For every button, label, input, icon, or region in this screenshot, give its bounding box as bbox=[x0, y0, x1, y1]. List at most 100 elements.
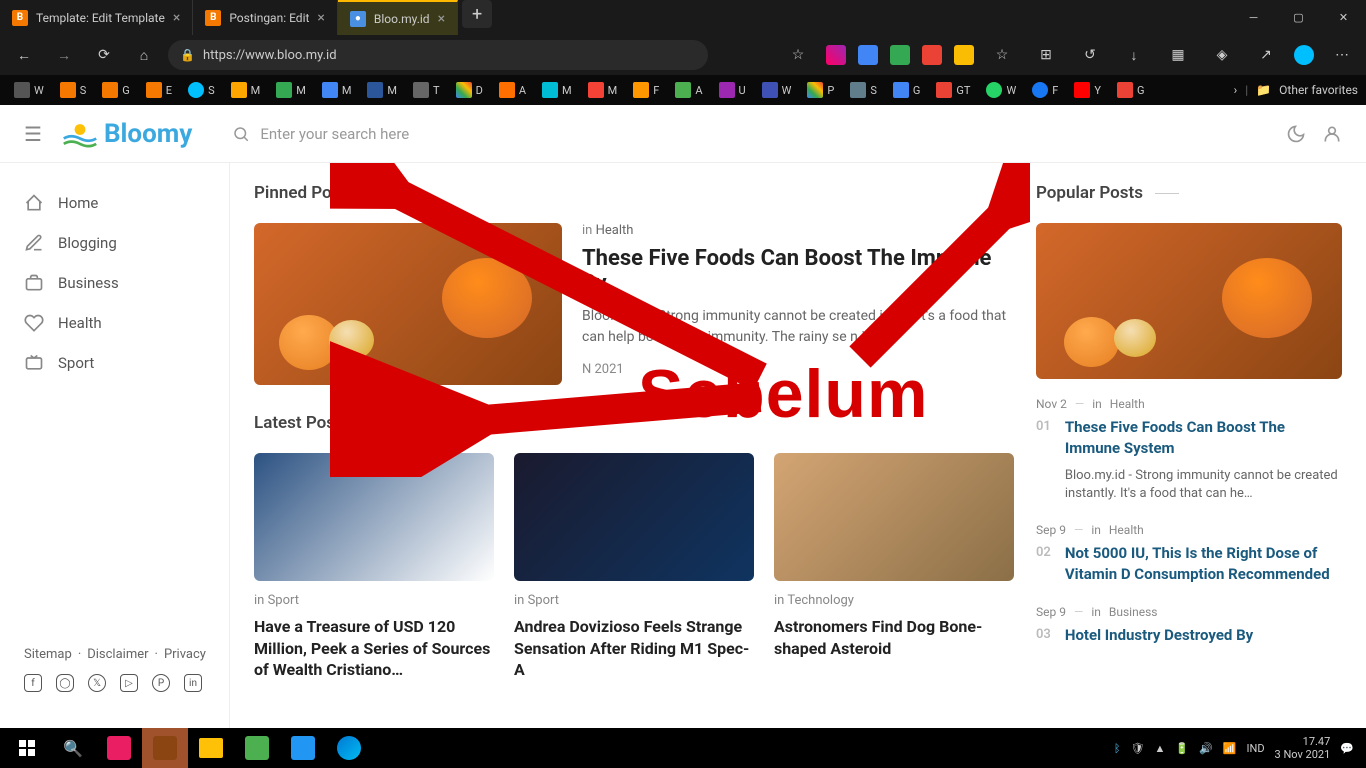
bookmark-item[interactable]: W bbox=[8, 80, 50, 100]
bookmark-item[interactable]: M bbox=[536, 80, 578, 100]
screenshot-icon[interactable]: ◈ bbox=[1206, 39, 1238, 71]
twitter-icon[interactable]: 𝕏 bbox=[88, 674, 106, 692]
security-icon[interactable]: 🛡 bbox=[1131, 742, 1145, 755]
back-button[interactable]: ← bbox=[8, 39, 40, 71]
sidebar-item-health[interactable]: Health bbox=[0, 303, 229, 343]
user-icon[interactable] bbox=[1322, 124, 1342, 144]
browser-tab[interactable]: B Postingan: Edit × bbox=[193, 0, 338, 35]
history-icon[interactable]: ↺ bbox=[1074, 39, 1106, 71]
taskbar-app[interactable] bbox=[234, 728, 280, 768]
close-icon[interactable]: × bbox=[438, 11, 445, 27]
bookmark-item[interactable]: E bbox=[140, 80, 178, 100]
bookmark-item[interactable]: M bbox=[225, 80, 267, 100]
moon-icon[interactable] bbox=[1286, 124, 1306, 144]
category-link[interactable]: Health bbox=[1109, 523, 1144, 537]
extension-icon[interactable] bbox=[922, 45, 942, 65]
app-icon[interactable]: ▦ bbox=[1162, 39, 1194, 71]
bookmark-item[interactable]: G bbox=[96, 80, 136, 100]
hamburger-icon[interactable]: ☰ bbox=[24, 122, 42, 146]
bookmark-item[interactable]: Y bbox=[1068, 80, 1107, 100]
extension-icon[interactable] bbox=[826, 45, 846, 65]
menu-icon[interactable]: ⋯ bbox=[1326, 39, 1358, 71]
share-icon[interactable]: ↗ bbox=[1250, 39, 1282, 71]
bookmark-item[interactable]: M bbox=[316, 80, 358, 100]
bookmark-item[interactable]: G bbox=[887, 80, 927, 100]
post-title[interactable]: Not 5000 IU, This Is the Right Dose of V… bbox=[1065, 543, 1342, 585]
taskbar-app[interactable] bbox=[280, 728, 326, 768]
bookmark-item[interactable]: F bbox=[1026, 80, 1064, 100]
sidebar-item-business[interactable]: Business bbox=[0, 263, 229, 303]
bookmark-item[interactable]: P bbox=[801, 80, 840, 100]
file-explorer[interactable] bbox=[188, 728, 234, 768]
tray-icon[interactable]: ▲ bbox=[1154, 742, 1165, 755]
post-title[interactable]: These Five Foods Can Boost The Immune Sy bbox=[582, 246, 1012, 296]
forward-button[interactable]: → bbox=[48, 39, 80, 71]
sidebar-item-blogging[interactable]: Blogging bbox=[0, 223, 229, 263]
edge-browser[interactable] bbox=[326, 728, 372, 768]
collections-icon[interactable]: ⊞ bbox=[1030, 39, 1062, 71]
address-bar[interactable]: 🔒 https://www.bloo.my.id bbox=[168, 40, 708, 70]
taskbar-app[interactable] bbox=[142, 728, 188, 768]
minimize-button[interactable]: ─ bbox=[1231, 0, 1276, 35]
extension-icon[interactable] bbox=[890, 45, 910, 65]
extension-icon[interactable] bbox=[954, 45, 974, 65]
chevron-right-icon[interactable]: › bbox=[1234, 83, 1238, 97]
post-title[interactable]: Andrea Dovizioso Feels Strange Sensation… bbox=[514, 616, 754, 681]
bookmark-item[interactable]: W bbox=[980, 80, 1022, 100]
footer-link[interactable]: Privacy bbox=[164, 647, 206, 662]
wifi-icon[interactable]: 📶 bbox=[1223, 742, 1237, 755]
start-button[interactable] bbox=[4, 728, 50, 768]
refresh-button[interactable]: ⟳ bbox=[88, 39, 120, 71]
youtube-icon[interactable]: ▷ bbox=[120, 674, 138, 692]
linkedin-icon[interactable]: in bbox=[184, 674, 202, 692]
close-button[interactable]: ✕ bbox=[1321, 0, 1366, 35]
popular-post-item[interactable]: Nov 2—in Health 01 These Five Foods Can … bbox=[1036, 397, 1342, 503]
bookmark-item[interactable]: A bbox=[669, 80, 708, 100]
bookmark-item[interactable]: A bbox=[493, 80, 532, 100]
bookmark-item[interactable]: D bbox=[450, 80, 489, 100]
search-button[interactable]: 🔍 bbox=[50, 728, 96, 768]
favorite-icon[interactable]: ☆ bbox=[782, 39, 814, 71]
new-tab-button[interactable]: + bbox=[462, 0, 492, 28]
bookmark-item[interactable]: S bbox=[844, 80, 883, 100]
bookmark-item[interactable]: U bbox=[713, 80, 752, 100]
download-icon[interactable]: ↓ bbox=[1118, 39, 1150, 71]
volume-icon[interactable]: 🔊 bbox=[1199, 742, 1213, 755]
bookmark-item[interactable]: M bbox=[361, 80, 403, 100]
bookmark-item[interactable]: G bbox=[1111, 80, 1151, 100]
post-card[interactable]: in Technology Astronomers Find Dog Bone-… bbox=[774, 453, 1014, 681]
home-button[interactable]: ⌂ bbox=[128, 39, 160, 71]
instagram-icon[interactable]: ◯ bbox=[56, 674, 74, 692]
bookmark-item[interactable]: GT bbox=[930, 80, 976, 100]
post-title[interactable]: Have a Treasure of USD 120 Million, Peek… bbox=[254, 616, 494, 681]
taskbar-app[interactable] bbox=[96, 728, 142, 768]
post-card[interactable]: in Sport Have a Treasure of USD 120 Mill… bbox=[254, 453, 494, 681]
extension-icon[interactable] bbox=[858, 45, 878, 65]
post-title[interactable]: Astronomers Find Dog Bone-shaped Asteroi… bbox=[774, 616, 1014, 659]
other-favorites[interactable]: Other favorites bbox=[1279, 83, 1358, 97]
notifications-icon[interactable]: 💬 bbox=[1340, 742, 1354, 755]
bookmark-item[interactable]: M bbox=[270, 80, 312, 100]
bookmark-item[interactable]: S bbox=[54, 80, 93, 100]
popular-post-item[interactable]: Sep 9—in Business 03 Hotel Industry Dest… bbox=[1036, 605, 1342, 646]
post-title[interactable]: Hotel Industry Destroyed By bbox=[1065, 625, 1342, 646]
footer-link[interactable]: Disclaimer bbox=[87, 647, 148, 662]
category-link[interactable]: Health bbox=[1110, 397, 1145, 411]
category-link[interactable]: Health bbox=[596, 223, 634, 238]
sidebar-item-home[interactable]: Home bbox=[0, 183, 229, 223]
post-title[interactable]: These Five Foods Can Boost The Immune Sy… bbox=[1065, 417, 1342, 459]
close-icon[interactable]: × bbox=[173, 10, 180, 26]
favorites-icon[interactable]: ☆ bbox=[986, 39, 1018, 71]
bookmark-item[interactable]: W bbox=[756, 80, 798, 100]
popular-post-item[interactable]: Sep 9—in Health 02 Not 5000 IU, This Is … bbox=[1036, 523, 1342, 585]
post-card[interactable]: in Sport Andrea Dovizioso Feels Strange … bbox=[514, 453, 754, 681]
skype-icon[interactable] bbox=[1294, 45, 1314, 65]
bookmark-item[interactable]: M bbox=[582, 80, 624, 100]
search-area[interactable]: Enter your search here bbox=[232, 125, 409, 143]
browser-tab-active[interactable]: ● Bloo.my.id × bbox=[338, 0, 458, 35]
site-logo[interactable]: Bloomy bbox=[62, 119, 192, 149]
maximize-button[interactable]: ▢ bbox=[1276, 0, 1321, 35]
clock[interactable]: 17.47 3 Nov 2021 bbox=[1275, 735, 1331, 761]
pinterest-icon[interactable]: P bbox=[152, 674, 170, 692]
category-link[interactable]: Business bbox=[1109, 605, 1158, 619]
